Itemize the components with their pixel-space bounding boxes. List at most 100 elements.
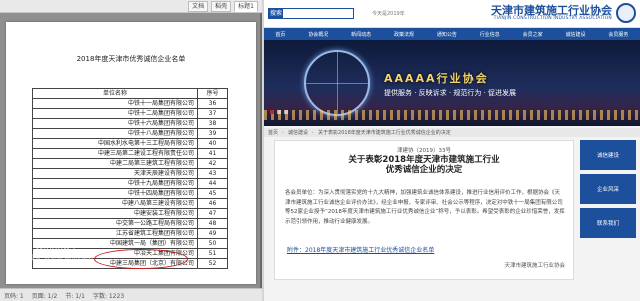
table-row: 中建八局第三建设有限公司 46 xyxy=(32,198,228,209)
sidebar-box-contact[interactable]: 联系我们 xyxy=(580,208,636,238)
sidebar-box-integrity[interactable]: 诚信建设 xyxy=(580,140,636,170)
table-row: 中铁十九局集团有限公司 44 xyxy=(32,178,228,189)
ferris-wheel-image xyxy=(304,50,370,116)
status-page: 页码: 1 xyxy=(4,292,24,300)
activation-watermark: 激活 Windows 转到“设置”以激活 Windows。 xyxy=(14,240,97,262)
cell-unit-name: 中铁十六局集团有限公司 xyxy=(32,118,198,129)
table-row: 中交第一公路工程局有限公司 48 xyxy=(32,218,228,229)
cell-serial-number: 39 xyxy=(197,128,228,139)
nav-item-notice[interactable]: 通知公告 xyxy=(437,31,457,38)
carousel-dot[interactable] xyxy=(277,110,281,114)
carousel-dot[interactable] xyxy=(270,110,274,114)
nav-item-service[interactable]: 会员服务 xyxy=(608,31,628,38)
cell-serial-number: 40 xyxy=(197,138,228,149)
site-name-english: TIANJIN CONSTRUCTION INDUSTRY ASSOCIATIO… xyxy=(493,16,612,21)
cell-unit-name: 中建三局第二建设工程有限责任公司 xyxy=(32,148,198,159)
nav-item-news[interactable]: 新闻动态 xyxy=(351,31,371,38)
article-body: 各会员单位：为深入贯彻落实党的十九大精神，加强建筑业诚信体系建设，推进行业信用评… xyxy=(285,190,565,225)
header-date: 今天是2019年 xyxy=(372,11,405,17)
screen: 文档 稻壳 标题1 2018年度天津市优秀诚信企业名单 单位名称 序号 中铁十一… xyxy=(0,0,640,301)
cell-serial-number: 44 xyxy=(197,178,228,189)
document-tab-bar: 文档 稻壳 标题1 xyxy=(0,0,262,13)
tab-document[interactable]: 文档 xyxy=(188,0,209,12)
table-row: 中铁十四局集团有限公司 45 xyxy=(32,188,228,199)
cell-serial-number: 37 xyxy=(197,108,228,119)
cell-serial-number: 45 xyxy=(197,188,228,199)
site-header: 搜索 今天是2019年 天津市建筑施工行业协会 TIANJIN CONSTRUC… xyxy=(264,0,640,28)
cell-serial-number: 51 xyxy=(197,248,228,259)
nav-item-industry[interactable]: 行业信息 xyxy=(480,31,500,38)
tab-docer[interactable]: 稻壳 xyxy=(211,0,232,12)
document-heading: 2018年度天津市优秀诚信企业名单 xyxy=(76,55,186,63)
cell-unit-name: 中铁十二局集团有限公司 xyxy=(32,108,198,119)
table-row: 中建三局第二建设工程有限责任公司 41 xyxy=(32,148,228,159)
cell-serial-number: 41 xyxy=(197,148,228,159)
carousel-indicators xyxy=(270,110,288,114)
cell-unit-name: 中铁十九局集团有限公司 xyxy=(32,178,198,189)
cell-unit-name: 江苏省建筑工程集团有限公司 xyxy=(32,228,198,239)
breadcrumb: 首页 › 诚信建设 › 关于表彰2018年度天津市建筑施工行业优秀诚信企业的决定 xyxy=(264,128,640,137)
cell-serial-number: 50 xyxy=(197,238,228,249)
cell-unit-name: 中铁十四局集团有限公司 xyxy=(32,188,198,199)
banner-subtitle: 提供服务 · 反映诉求 · 规范行为 · 促进发展 xyxy=(384,89,517,97)
status-pages: 页面: 1/2 xyxy=(31,292,58,300)
nav-item-members[interactable]: 会员之家 xyxy=(523,31,543,38)
carousel-dot[interactable] xyxy=(284,110,288,114)
tab-heading1[interactable]: 标题1 xyxy=(234,0,258,12)
table-row: 天津天辰建设有限公司 43 xyxy=(32,168,228,179)
article-title: 关于表彰2018年度天津市建筑施工行业 优秀诚信企业的决定 xyxy=(275,155,573,175)
table-row: 中铁十一局集团有限公司 36 xyxy=(32,98,228,109)
table-row: 中国水利水电第十三工程局有限公司 40 xyxy=(32,138,228,149)
red-circle-annotation xyxy=(94,249,188,269)
nav-item-policy[interactable]: 政策法规 xyxy=(394,31,414,38)
column-header-no: 序号 xyxy=(197,88,228,99)
nav-item-home[interactable]: 首页 xyxy=(275,31,285,38)
cell-unit-name: 天津天辰建设有限公司 xyxy=(32,168,198,179)
article-title-line1: 关于表彰2018年度天津市建筑施工行业 xyxy=(348,155,500,165)
banner-slogan: AAAAA行业协会 xyxy=(384,72,489,85)
right-sidebar: 诚信建设 企业风采 联系我们 xyxy=(580,140,636,290)
watermark-title: 激活 Windows xyxy=(14,243,76,253)
cell-serial-number: 49 xyxy=(197,228,228,239)
status-bar: 页码: 1 页面: 1/2 节: 1/1 字数: 1223 xyxy=(0,288,262,301)
cell-serial-number: 42 xyxy=(197,158,228,169)
table-row: 中铁十八局集团有限公司 39 xyxy=(32,128,228,139)
document-number: 津建协〔2019〕33号 xyxy=(397,148,451,154)
hero-banner[interactable]: AAAAA行业协会 提供服务 · 反映诉求 · 规范行为 · 促进发展 xyxy=(264,40,640,126)
breadcrumb-section[interactable]: 诚信建设 xyxy=(288,129,308,136)
cell-unit-name: 中建二局第三建筑工程有限公司 xyxy=(32,158,198,169)
status-wordcount: 字数: 1223 xyxy=(92,292,125,300)
cell-unit-name: 中国水利水电第十三工程局有限公司 xyxy=(32,138,198,149)
cell-unit-name: 中建八局第三建设有限公司 xyxy=(32,198,198,209)
association-logo-icon[interactable] xyxy=(616,3,636,23)
sidebar-box-showcase[interactable]: 企业风采 xyxy=(580,174,636,204)
cell-unit-name: 中交第一公路工程局有限公司 xyxy=(32,218,198,229)
breadcrumb-current: 关于表彰2018年度天津市建筑施工行业优秀诚信企业的决定 xyxy=(318,130,451,136)
search-input[interactable]: 搜索 xyxy=(268,8,354,19)
main-nav: 首页 协会概况 新闻动态 政策法规 通知公告 行业信息 会员之家 诚信建设 会员… xyxy=(264,28,640,40)
table-header-row: 单位名称 序号 xyxy=(32,88,228,99)
cell-serial-number: 36 xyxy=(197,98,228,109)
document-editor-window: 文档 稻壳 标题1 2018年度天津市优秀诚信企业名单 单位名称 序号 中铁十一… xyxy=(0,0,262,301)
search-button[interactable]: 搜索 xyxy=(269,9,283,18)
table-row: 中建二局第三建筑工程有限公司 42 xyxy=(32,158,228,169)
city-lights-image xyxy=(264,110,640,120)
attachment-link[interactable]: 附件：2018年度天津市建筑施工行业优秀诚信企业名单 xyxy=(287,245,434,254)
column-header-unit: 单位名称 xyxy=(32,88,198,99)
table-row: 中铁十二局集团有限公司 37 xyxy=(32,108,228,119)
nav-item-about[interactable]: 协会概况 xyxy=(308,31,328,38)
nav-item-integrity[interactable]: 诚信建设 xyxy=(566,31,586,38)
breadcrumb-separator: › xyxy=(312,129,315,136)
website-window: 搜索 今天是2019年 天津市建筑施工行业协会 TIANJIN CONSTRUC… xyxy=(264,0,640,301)
breadcrumb-home[interactable]: 首页 xyxy=(268,129,278,136)
cell-unit-name: 中铁十八局集团有限公司 xyxy=(32,128,198,139)
cell-serial-number: 38 xyxy=(197,118,228,129)
breadcrumb-separator: › xyxy=(282,129,285,136)
cell-unit-name: 中建安装工程有限公司 xyxy=(32,208,198,219)
table-row: 江苏省建筑工程集团有限公司 49 xyxy=(32,228,228,239)
status-section: 节: 1/1 xyxy=(65,292,85,300)
article-signature: 天津市建筑施工行业协会 xyxy=(504,263,565,269)
table-row: 中建安装工程有限公司 47 xyxy=(32,208,228,219)
cell-serial-number: 47 xyxy=(197,208,228,219)
watermark-subtitle: 转到“设置”以激活 Windows。 xyxy=(14,255,97,262)
